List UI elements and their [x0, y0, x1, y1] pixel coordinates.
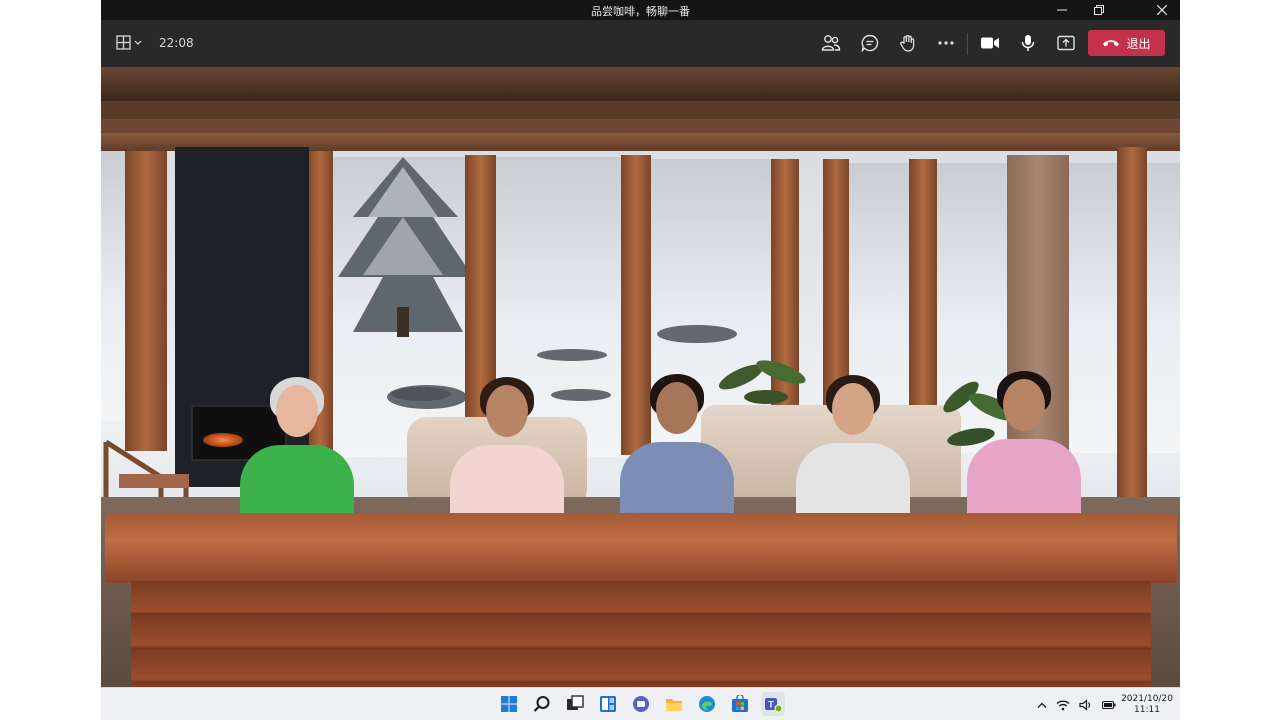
- rock: [537, 349, 607, 361]
- meeting-toolbar: 22:08 退出: [101, 20, 1180, 68]
- more-button[interactable]: [934, 30, 958, 56]
- desk-top: [105, 513, 1177, 583]
- chevron-up-icon[interactable]: [1037, 701, 1047, 709]
- windows-start-icon: [501, 696, 517, 712]
- ceiling-beam: [101, 119, 1180, 133]
- ceiling-beam: [101, 67, 1180, 101]
- participant-face: [656, 382, 698, 434]
- close-button[interactable]: [1144, 0, 1180, 20]
- chat-app-button[interactable]: [629, 692, 653, 716]
- volume-icon[interactable]: [1079, 699, 1093, 711]
- leave-label: 退出: [1126, 36, 1151, 51]
- teams-icon: T: [765, 698, 782, 713]
- ceiling-beam: [101, 101, 1180, 119]
- more-icon: [938, 41, 954, 45]
- snowy-tree-image: [338, 157, 473, 337]
- toolbar-divider: [967, 33, 968, 55]
- file-explorer-button[interactable]: [662, 692, 686, 716]
- svg-text:T: T: [768, 700, 774, 710]
- minimize-button[interactable]: [1044, 0, 1080, 20]
- participant: [959, 369, 1089, 529]
- edge-button[interactable]: [695, 692, 719, 716]
- raise-hand-icon: [900, 35, 915, 52]
- taskbar-clock[interactable]: 2021/10/20 11:11: [1117, 694, 1177, 716]
- search-icon: [533, 696, 550, 712]
- wooden-post: [1117, 147, 1147, 527]
- participant-face: [1003, 379, 1045, 431]
- microphone-button[interactable]: [1016, 30, 1040, 56]
- window-title: 品尝咖啡，畅聊一番: [591, 5, 690, 18]
- minimize-icon: [1057, 9, 1067, 11]
- store-icon: [732, 695, 748, 712]
- system-tray: [1037, 697, 1116, 713]
- participant-face: [276, 385, 318, 437]
- wooden-post: [125, 151, 167, 451]
- title-bar: 品尝咖啡，畅聊一番: [101, 0, 1180, 20]
- restore-icon: [1094, 5, 1104, 15]
- widgets-button[interactable]: [596, 692, 620, 716]
- restore-button[interactable]: [1081, 0, 1117, 20]
- camera-icon: [981, 37, 999, 49]
- grid-layout-icon: [116, 35, 142, 50]
- search-button[interactable]: [530, 692, 554, 716]
- file-explorer-icon: [666, 699, 682, 711]
- task-view-button[interactable]: [563, 692, 587, 716]
- close-icon: [1157, 5, 1167, 15]
- desk-front: [131, 581, 1151, 687]
- rock: [657, 325, 737, 343]
- raise-hand-button[interactable]: [896, 30, 920, 56]
- start-button[interactable]: [497, 692, 521, 716]
- chat-button[interactable]: [858, 30, 882, 56]
- participant: [442, 375, 572, 535]
- people-button[interactable]: [819, 30, 843, 56]
- wifi-icon[interactable]: [1056, 699, 1070, 711]
- edge-icon: [699, 696, 715, 712]
- participant: [232, 375, 362, 535]
- chat-app-icon: [633, 696, 649, 712]
- windows-taskbar: T 2021/10/20 11:11: [101, 687, 1180, 720]
- chat-icon: [861, 34, 879, 52]
- window-pane: [101, 151, 125, 421]
- meeting-timer: 22:08: [159, 36, 194, 50]
- widgets-icon: [600, 696, 616, 712]
- participant: [788, 373, 918, 533]
- share-button[interactable]: [1054, 30, 1078, 56]
- camera-button[interactable]: [978, 30, 1002, 56]
- participant-face: [832, 383, 874, 435]
- teams-window: 品尝咖啡，畅聊一番 22:08 退出 T 2021/10/20 11:11: [101, 0, 1180, 720]
- window-pane: [1147, 163, 1180, 453]
- store-button[interactable]: [728, 692, 752, 716]
- phone-hangup-icon: [1103, 40, 1120, 47]
- together-mode-scene: [101, 67, 1180, 687]
- microphone-icon: [1021, 35, 1035, 51]
- leave-button[interactable]: 退出: [1088, 30, 1165, 56]
- clock-time: 11:11: [1134, 705, 1160, 715]
- layout-button[interactable]: [115, 30, 145, 56]
- participant: [612, 372, 742, 532]
- teams-button[interactable]: T: [761, 692, 785, 716]
- participant-face: [486, 385, 528, 437]
- people-icon: [821, 35, 841, 51]
- battery-icon[interactable]: [1102, 700, 1116, 710]
- share-screen-icon: [1057, 35, 1075, 51]
- clock-date: 2021/10/20: [1121, 694, 1173, 704]
- task-view-icon: [567, 695, 584, 710]
